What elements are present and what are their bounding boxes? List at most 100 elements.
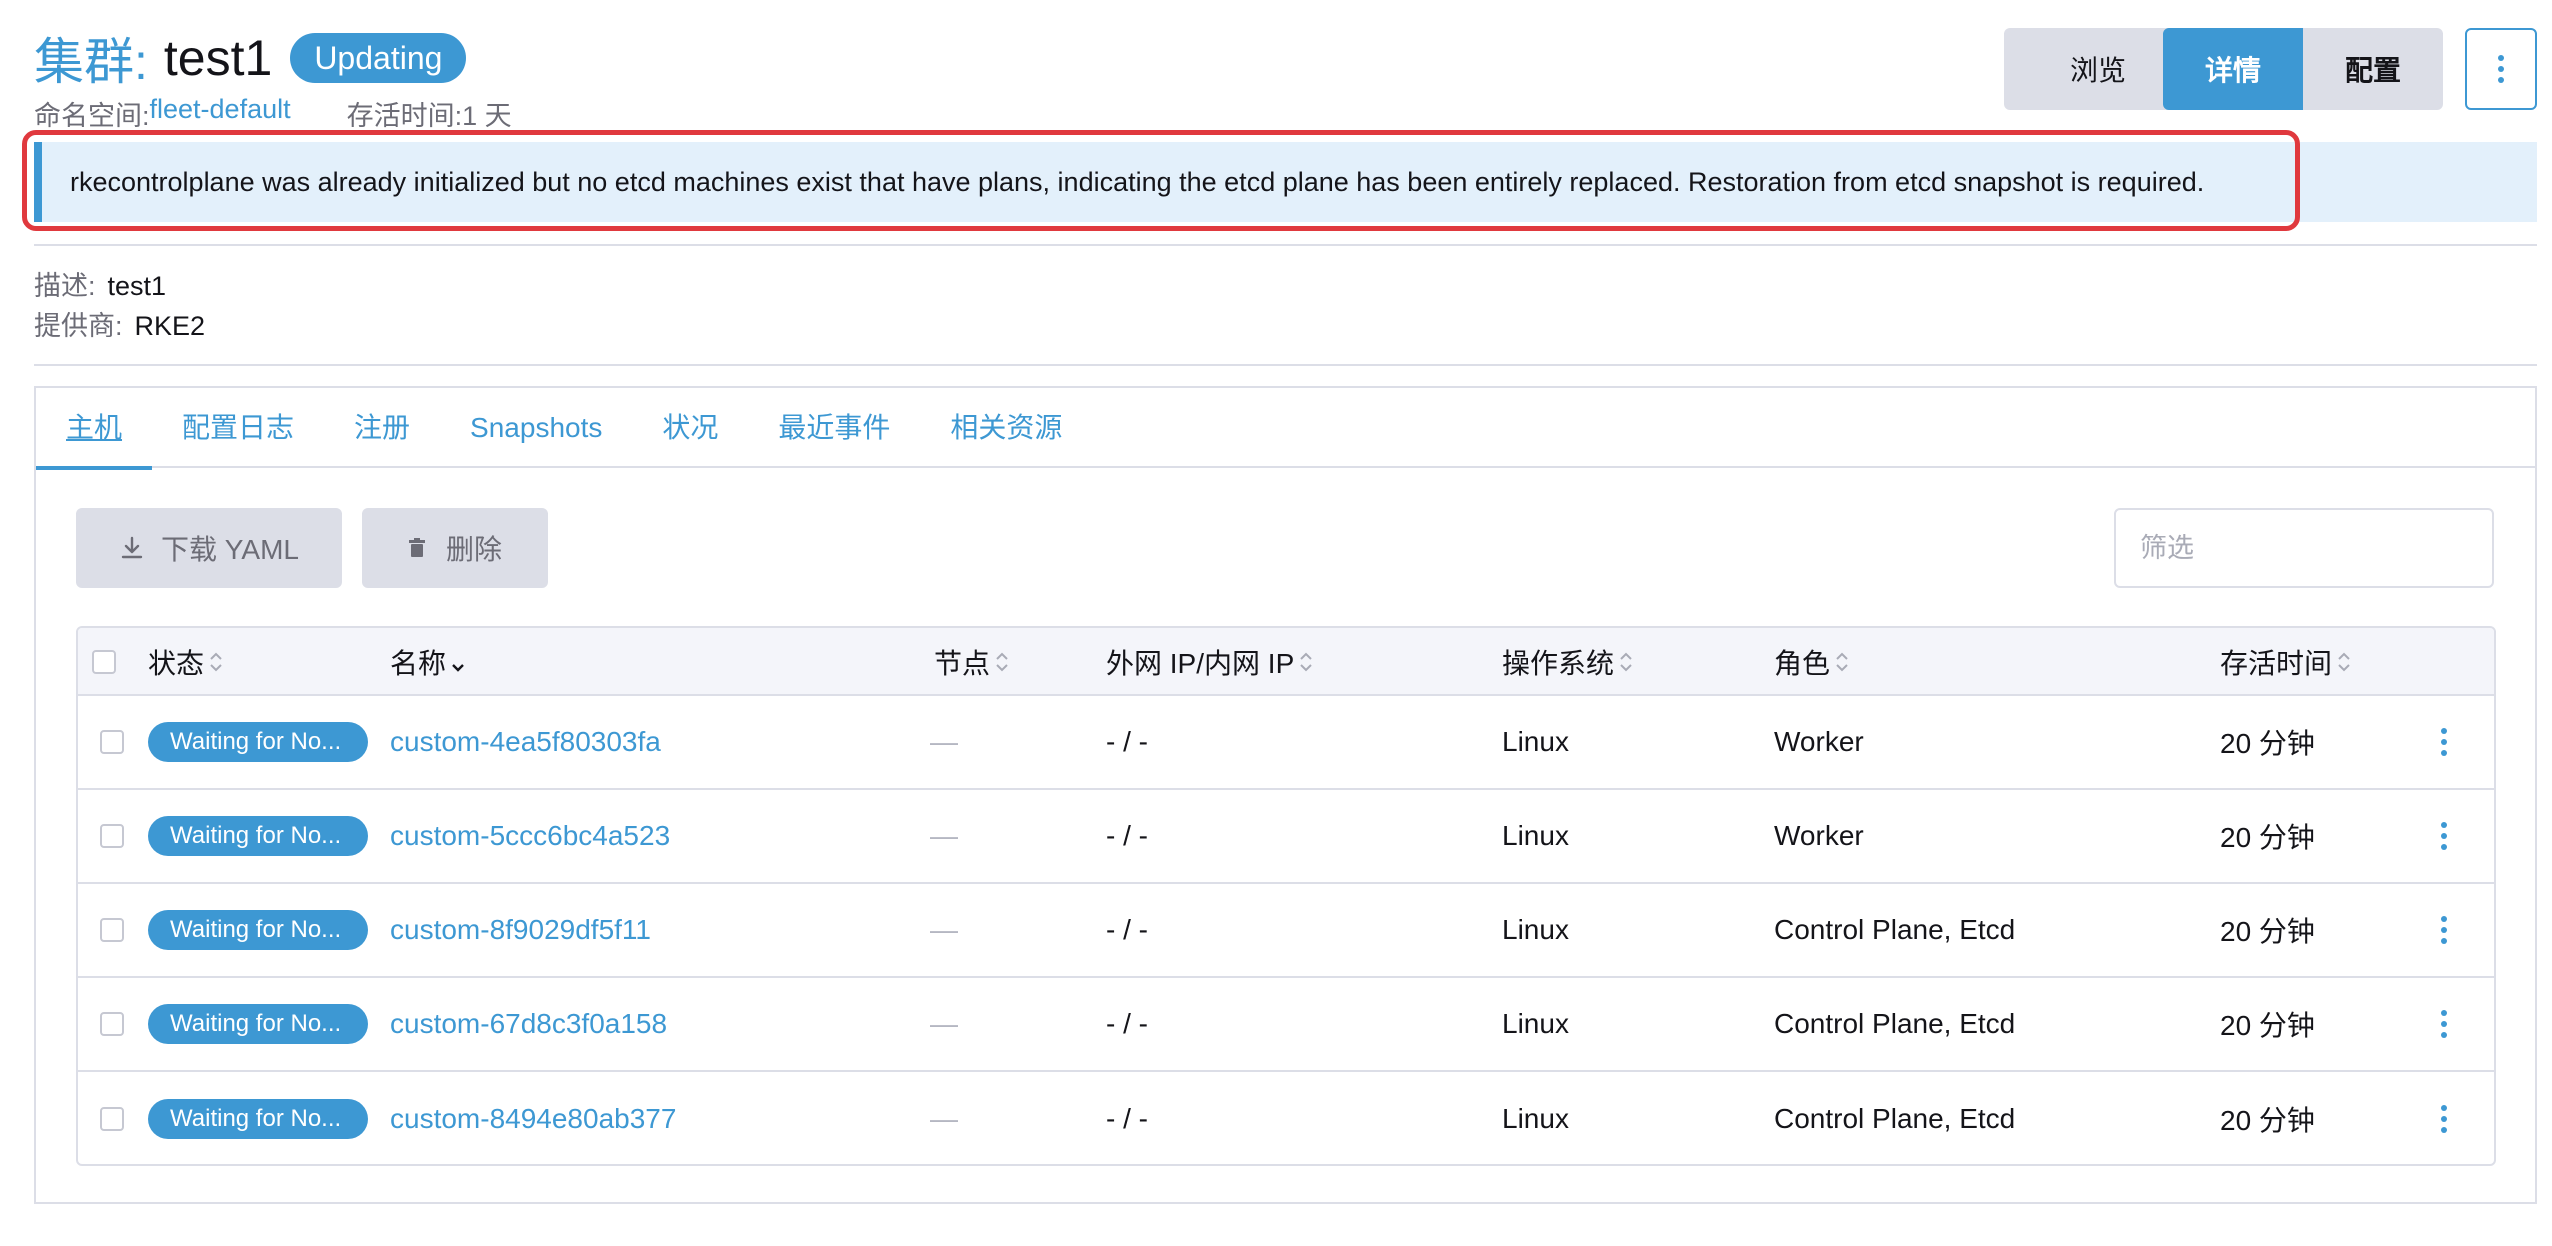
column-label: 名称 <box>390 648 447 679</box>
column-label: 状态 <box>148 648 205 679</box>
table-row[interactable]: Waiting for No... custom-5ccc6bc4a523 — … <box>78 790 2494 884</box>
status-badge: Waiting for No... <box>148 1004 368 1044</box>
select-all-checkbox[interactable] <box>92 650 116 674</box>
header-actions: 浏览 详情 配置 <box>0 28 2552 112</box>
select-all-cell <box>92 628 116 696</box>
machine-name-link[interactable]: custom-8494e80ab377 <box>390 1103 676 1135</box>
tab-provisioning-log[interactable]: 配置日志 <box>152 388 324 468</box>
config-button[interactable]: 配置 <box>2303 28 2443 110</box>
row-actions-button[interactable] <box>2440 1072 2448 1164</box>
filter-input[interactable] <box>2114 508 2494 588</box>
table-row[interactable]: Waiting for No... custom-4ea5f80303fa — … <box>78 696 2494 790</box>
row-checkbox[interactable] <box>100 918 124 942</box>
status-badge: Waiting for No... <box>148 910 368 950</box>
name-cell: custom-5ccc6bc4a523 <box>390 790 670 882</box>
age-cell: 20 分钟 <box>2220 1105 2315 1136</box>
table-row[interactable]: Waiting for No... custom-8f9029df5f11 — … <box>78 884 2494 978</box>
delete-button[interactable]: 删除 <box>362 508 548 588</box>
description-value: test1 <box>107 271 167 301</box>
table-row[interactable]: Waiting for No... custom-8494e80ab377 — … <box>78 1072 2494 1164</box>
machine-name-link[interactable]: custom-67d8c3f0a158 <box>390 1008 667 1040</box>
column-header-os[interactable]: 操作系统 <box>1502 628 1634 696</box>
sort-icon <box>2336 649 2352 675</box>
ip-cell: - / - <box>1106 820 1148 851</box>
machine-name-link[interactable]: custom-5ccc6bc4a523 <box>390 820 670 852</box>
ip-cell: - / - <box>1106 914 1148 945</box>
status-badge: Waiting for No... <box>148 1099 368 1139</box>
name-cell: custom-8494e80ab377 <box>390 1072 676 1164</box>
tab-recent-events[interactable]: 最近事件 <box>748 388 920 468</box>
state-cell: Waiting for No... <box>148 978 368 1070</box>
sort-icon <box>1834 649 1850 675</box>
sort-icon <box>1618 649 1634 675</box>
row-select-cell <box>100 1072 124 1164</box>
column-header-age[interactable]: 存活时间 <box>2220 628 2352 696</box>
name-cell: custom-67d8c3f0a158 <box>390 978 667 1070</box>
row-actions-button[interactable] <box>2440 790 2448 882</box>
highlight-box <box>22 130 2300 231</box>
detail-button[interactable]: 详情 <box>2163 28 2303 110</box>
status-badge: Waiting for No... <box>148 816 368 856</box>
column-label: 存活时间 <box>2220 648 2333 679</box>
roles-cell: Control Plane, Etcd <box>1774 1103 2016 1134</box>
status-badge: Waiting for No... <box>148 722 368 762</box>
description-row: 描述: test1 <box>34 264 166 303</box>
description-label: 描述: <box>34 271 96 301</box>
roles-cell: Control Plane, Etcd <box>1774 914 2016 945</box>
download-yaml-button[interactable]: 下载 YAML <box>76 508 342 588</box>
node-cell: — <box>930 726 958 757</box>
os-cell: Linux <box>1502 820 1569 851</box>
download-icon <box>121 536 143 559</box>
row-checkbox[interactable] <box>100 824 124 848</box>
column-label: 角色 <box>1774 648 1831 679</box>
row-checkbox[interactable] <box>100 1012 124 1036</box>
column-header-state[interactable]: 状态 <box>148 628 224 696</box>
column-header-name[interactable]: 名称 <box>390 628 466 696</box>
provider-value: RKE2 <box>134 311 206 341</box>
more-actions-button[interactable] <box>2465 28 2537 110</box>
kebab-icon <box>2441 1010 2447 1038</box>
age-cell: 20 分钟 <box>2220 916 2315 947</box>
column-header-roles[interactable]: 角色 <box>1774 628 1850 696</box>
row-actions-button[interactable] <box>2440 884 2448 976</box>
machine-name-link[interactable]: custom-4ea5f80303fa <box>390 726 661 758</box>
roles-cell: Control Plane, Etcd <box>1774 1008 2016 1039</box>
os-cell: Linux <box>1502 726 1569 757</box>
column-header-ip[interactable]: 外网 IP/内网 IP <box>1106 628 1314 696</box>
column-label: 节点 <box>934 648 991 679</box>
node-cell: — <box>930 820 958 851</box>
age-cell: 20 分钟 <box>2220 728 2315 759</box>
tab-related-resources[interactable]: 相关资源 <box>920 388 1092 468</box>
ip-cell: - / - <box>1106 1103 1148 1134</box>
tab-snapshots[interactable]: Snapshots <box>440 388 632 468</box>
sort-icon <box>994 649 1010 675</box>
table-row[interactable]: Waiting for No... custom-67d8c3f0a158 — … <box>78 978 2494 1072</box>
os-cell: Linux <box>1502 1008 1569 1039</box>
kebab-icon <box>2441 822 2447 850</box>
node-cell: — <box>930 1008 958 1039</box>
kebab-icon <box>2441 916 2447 944</box>
row-actions-button[interactable] <box>2440 696 2448 788</box>
tab-registration[interactable]: 注册 <box>324 388 440 468</box>
row-actions-button[interactable] <box>2440 978 2448 1070</box>
os-cell: Linux <box>1502 1103 1569 1134</box>
sort-icon <box>1298 649 1314 675</box>
column-label: 外网 IP/内网 IP <box>1106 648 1295 679</box>
tab-machines[interactable]: 主机 <box>36 388 153 470</box>
age-cell: 20 分钟 <box>2220 822 2315 853</box>
table-header: 状态 名称 节点 外网 IP/内网 IP 操作系统 角色 存活时间 <box>78 628 2494 696</box>
row-checkbox[interactable] <box>100 1107 124 1131</box>
row-select-cell <box>100 884 124 976</box>
column-header-node[interactable]: 节点 <box>934 628 1010 696</box>
row-select-cell <box>100 978 124 1070</box>
row-checkbox[interactable] <box>100 730 124 754</box>
provider-label: 提供商: <box>34 311 123 341</box>
sort-icon <box>208 649 224 675</box>
machine-name-link[interactable]: custom-8f9029df5f11 <box>390 914 651 946</box>
ip-cell: - / - <box>1106 1008 1148 1039</box>
tab-conditions[interactable]: 状况 <box>632 388 748 468</box>
kebab-icon <box>2441 728 2447 756</box>
ip-cell: - / - <box>1106 726 1148 757</box>
divider <box>34 364 2537 366</box>
os-cell: Linux <box>1502 914 1569 945</box>
